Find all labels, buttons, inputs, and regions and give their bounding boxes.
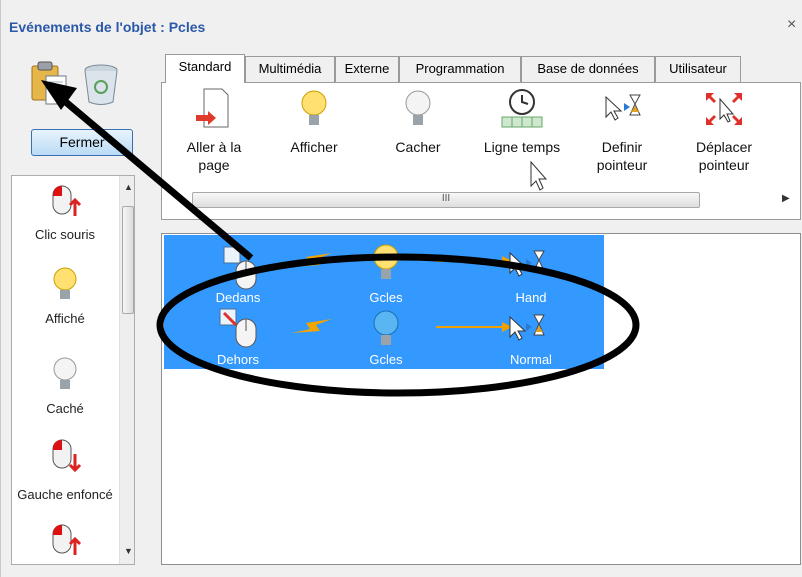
selected-rules: Dedans Gcles Hand Dehors Gcles Normal — [164, 235, 604, 369]
mouse-left-down-icon — [52, 439, 82, 473]
tab-multimedia[interactable]: Multimédia — [245, 56, 335, 82]
mouse-click-icon — [52, 185, 82, 216]
mouse-outside-icon — [219, 308, 257, 348]
tab-user[interactable]: Utilisateur — [655, 56, 741, 82]
close-button[interactable]: × — [787, 16, 796, 34]
arrow-right-icon — [436, 256, 512, 266]
list-item-hidden[interactable]: Caché — [12, 354, 118, 416]
tab-database[interactable]: Base de données — [521, 56, 655, 82]
hscroll-thumb[interactable]: III — [192, 192, 700, 208]
title-bar: Evénements de l'objet : Pcles × — [1, 12, 802, 42]
mouse-left-up-icon — [52, 524, 82, 555]
move-arrows-icon — [706, 93, 742, 125]
list-item-left-down[interactable]: Gauche enfoncé — [12, 436, 118, 502]
bulb-on-icon — [53, 267, 77, 299]
lightning-icon — [292, 319, 332, 333]
recycle-bin-icon[interactable] — [79, 60, 123, 110]
window-title: Evénements de l'objet : Pcles — [9, 19, 206, 35]
horizontal-scrollbar[interactable]: III ▶ — [168, 191, 798, 211]
goto-page-icon — [196, 88, 229, 128]
action-tabs: Standard Multimédia Externe Programmatio… — [161, 54, 801, 220]
scroll-down-arrow-icon[interactable]: ▼ — [124, 546, 133, 556]
action-goto-page[interactable]: Aller à la page — [164, 87, 264, 174]
close-dialog-button[interactable]: Fermer — [31, 129, 133, 156]
scroll-thumb[interactable] — [122, 206, 134, 314]
event-label: Caché — [46, 401, 84, 416]
rules-canvas[interactable]: Dedans Gcles Hand Dehors Gcles Normal — [161, 233, 801, 565]
scroll-up-arrow-icon[interactable]: ▲ — [124, 182, 133, 192]
timeline-clock-icon — [501, 89, 543, 128]
tab-standard[interactable]: Standard — [165, 54, 245, 83]
scroll-right-arrow-icon[interactable]: ▶ — [782, 193, 790, 204]
bulb-off-icon — [53, 357, 77, 389]
clipboard-paste-icon[interactable] — [29, 60, 73, 110]
cursor-hourglass-icon — [509, 314, 545, 341]
event-label: Gauche enfoncé — [17, 487, 113, 502]
action-move-pointer[interactable]: Déplacer pointeur — [674, 87, 774, 174]
cursor-hourglass-icon — [605, 94, 641, 121]
bulb-off-icon — [405, 90, 431, 125]
bulb-on-icon — [373, 244, 399, 279]
arrow-right-icon — [436, 322, 512, 332]
trigger-label: Dehors — [217, 352, 259, 367]
result-label: Normal — [510, 352, 552, 367]
tab-panel-standard: Aller à la page Afficher Cacher Ligne te… — [161, 82, 801, 220]
list-item-shown[interactable]: Affiché — [12, 264, 118, 326]
bulb-on-icon — [301, 90, 327, 125]
mouse-inside-icon — [223, 246, 257, 290]
target-label: Gcles — [369, 290, 403, 305]
lightning-icon — [292, 253, 332, 267]
list-item-mouse-click[interactable]: Clic souris — [12, 182, 118, 242]
cursor-hourglass-icon — [509, 250, 545, 277]
event-label: Clic souris — [35, 227, 95, 242]
action-set-pointer[interactable]: Definir pointeur — [572, 87, 672, 174]
action-show[interactable]: Afficher — [264, 87, 364, 156]
tab-external[interactable]: Externe — [335, 56, 399, 82]
action-hide[interactable]: Cacher — [368, 87, 468, 156]
events-list[interactable]: Clic souris Affiché Caché Gauche enfoncé — [11, 175, 135, 565]
event-label: Affiché — [45, 311, 85, 326]
trigger-label: Dedans — [215, 290, 261, 305]
tab-programming[interactable]: Programmation — [399, 56, 521, 82]
events-window: Evénements de l'objet : Pcles × Fermer C… — [0, 0, 802, 577]
result-label: Hand — [515, 290, 547, 305]
target-label: Gcles — [369, 352, 403, 367]
vertical-scrollbar[interactable]: ▲ ▼ — [119, 176, 134, 564]
list-item-left-up[interactable] — [12, 521, 118, 564]
action-timeline[interactable]: Ligne temps — [472, 87, 572, 156]
bulb-blue-icon — [373, 310, 399, 345]
